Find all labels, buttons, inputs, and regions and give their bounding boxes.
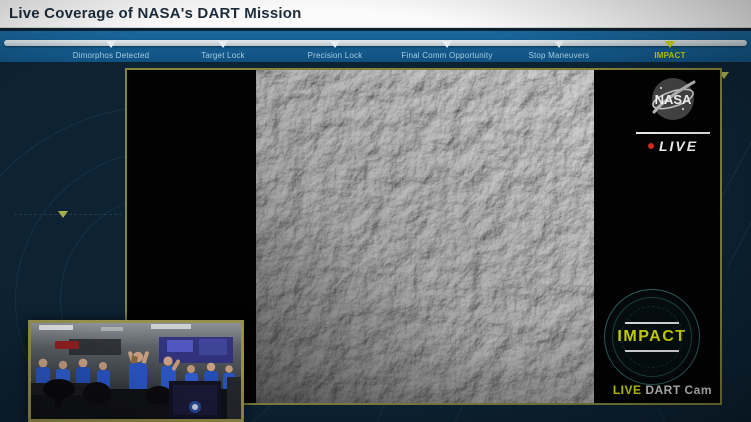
- bg-diagonal-line: [728, 204, 751, 266]
- impact-label: IMPACT: [617, 328, 686, 346]
- nasa-brand-block: NASA LIVE: [632, 76, 714, 154]
- bg-triangle-accent-left: [58, 211, 68, 218]
- brand-divider: [636, 132, 710, 134]
- impact-rule-top: [625, 322, 679, 324]
- timeline-marker-dimorphos-detected: [106, 41, 116, 48]
- impact-rule-bottom: [625, 350, 679, 352]
- timeline-marker-impact: [665, 41, 675, 48]
- live-indicator: LIVE: [632, 138, 714, 154]
- nasa-meatball-logo-icon: NASA: [650, 76, 696, 122]
- timeline-marker-final-comm: [442, 41, 452, 48]
- timeline-marker-precision-lock: [330, 41, 340, 48]
- caption-camera-label: DART Cam: [645, 383, 712, 397]
- timeline-label: Precision Lock: [308, 51, 363, 60]
- mission-control-pip[interactable]: [28, 320, 244, 422]
- timeline-label: Stop Maneuvers: [528, 51, 589, 60]
- timeline-marker-target-lock: [218, 41, 228, 48]
- asteroid-surface-texture: [256, 70, 594, 403]
- timeline-label: Dimorphos Detected: [73, 51, 150, 60]
- page-title-bar: Live Coverage of NASA's DART Mission: [0, 0, 751, 28]
- timeline-label: Final Comm Opportunity: [401, 51, 492, 60]
- page-title: Live Coverage of NASA's DART Mission: [9, 5, 302, 22]
- broadcast-page: Live Coverage of NASA's DART Mission Dim…: [0, 0, 751, 422]
- live-dot-icon: [648, 143, 654, 149]
- camera-caption: LIVE DART Cam: [613, 383, 712, 397]
- svg-text:NASA: NASA: [655, 92, 692, 107]
- live-label: LIVE: [659, 138, 698, 154]
- bg-dashed-line: [14, 214, 122, 215]
- timeline-label-impact: IMPACT: [654, 51, 685, 60]
- mission-control-scene: [31, 323, 241, 419]
- caption-live-label: LIVE: [613, 383, 642, 397]
- timeline-marker-stop-maneuvers: [554, 41, 564, 48]
- mission-timeline: Dimorphos Detected Target Lock Precision…: [0, 31, 751, 62]
- impact-status-badge: IMPACT: [604, 289, 700, 385]
- asteroid-surface-view: [256, 70, 594, 403]
- timeline-label: Target Lock: [201, 51, 245, 60]
